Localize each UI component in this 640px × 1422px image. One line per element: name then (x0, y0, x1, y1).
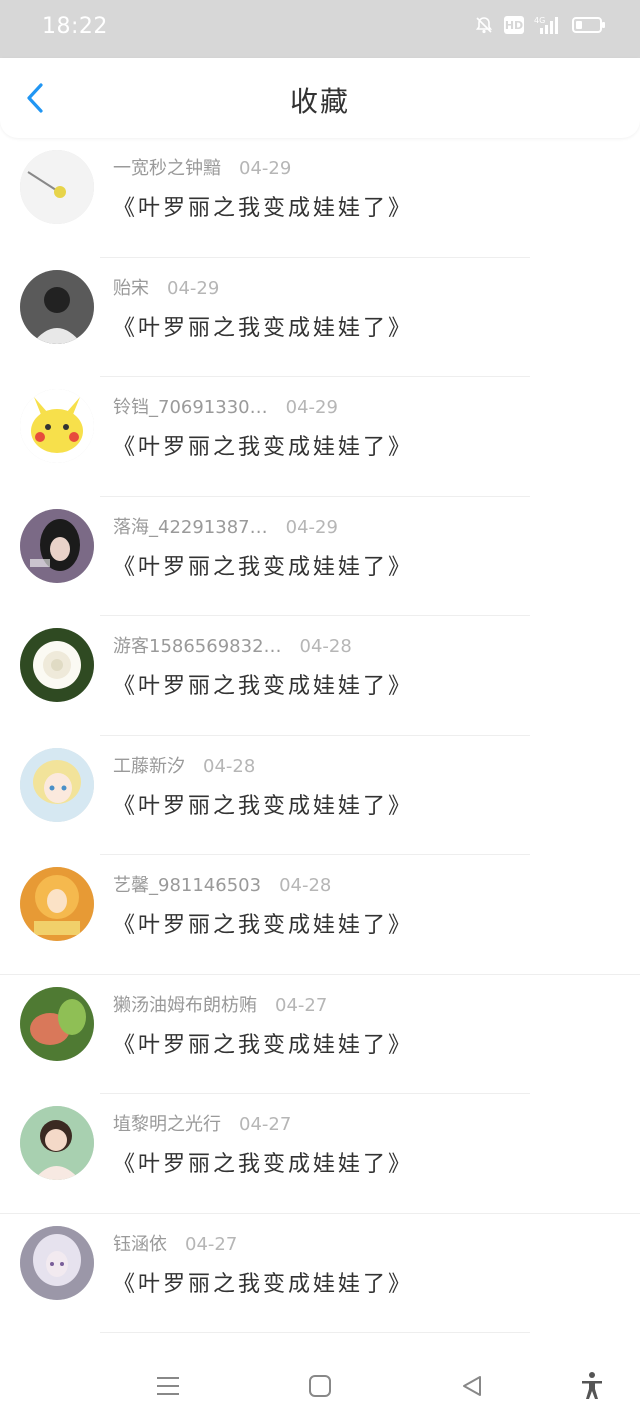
home-button[interactable] (300, 1366, 340, 1406)
avatar (20, 867, 94, 941)
status-icons: HD 4G (474, 15, 605, 35)
book-title: 《叶罗丽之我变成娃娃了》 (113, 1152, 414, 1177)
book-title: 《叶罗丽之我变成娃娃了》 (113, 913, 414, 938)
item-meta: 游客1586569832… 04-28 (113, 632, 352, 658)
status-bar: 18:22 HD 4G (0, 0, 640, 58)
list-item[interactable]: 钰涵依 04-27 《叶罗丽之我变成娃娃了》 (0, 1214, 640, 1333)
item-meta: 獭汤油姆布朗枋贿 04-27 (113, 991, 327, 1017)
accessibility-button[interactable] (572, 1366, 612, 1406)
accessibility-icon (582, 1372, 602, 1399)
username: 落海_42291387… (113, 516, 268, 538)
avatar (20, 628, 94, 702)
item-meta: 贻宋 04-29 (113, 274, 219, 300)
avatar (20, 508, 94, 583)
menu-icon (157, 1377, 179, 1395)
date: 04-28 (279, 875, 332, 896)
avatar (20, 150, 94, 224)
avatar (20, 389, 94, 463)
date: 04-29 (285, 397, 338, 418)
date: 04-29 (285, 516, 338, 538)
date: 04-29 (239, 158, 292, 179)
username: 游客1586569832… (113, 636, 282, 657)
username: 工藤新汐 (113, 755, 185, 777)
list-item[interactable]: 游客1586569832… 04-28 《叶罗丽之我变成娃娃了》 (0, 616, 640, 736)
back-triangle-icon (463, 1376, 481, 1396)
battery-icon (572, 17, 605, 33)
date: 04-27 (275, 994, 328, 1016)
avatar (20, 986, 94, 1061)
book-title: 《叶罗丽之我变成娃娃了》 (113, 554, 414, 580)
username: 獭汤油姆布朗枋贿 (113, 994, 257, 1016)
username: 一宽秒之钟黯 (113, 158, 221, 179)
item-meta: 铃铛_70691330… 04-29 (113, 393, 338, 419)
book-title: 《叶罗丽之我变成娃娃了》 (113, 315, 414, 341)
list-item[interactable]: 贻宋 04-29 《叶罗丽之我变成娃娃了》 (0, 258, 640, 377)
item-meta: 工藤新汐 04-28 (113, 752, 255, 778)
username: 贻宋 (113, 277, 149, 299)
date: 04-28 (203, 755, 256, 777)
list-item[interactable]: 工藤新汐 04-28 《叶罗丽之我变成娃娃了》 (0, 736, 640, 855)
list-item[interactable]: 艺馨_981146503 04-28 《叶罗丽之我变成娃娃了》 (0, 855, 640, 975)
username: 铃铛_70691330… (113, 397, 268, 418)
divider (100, 1332, 530, 1333)
avatar (20, 1106, 94, 1180)
list-item[interactable]: 铃铛_70691330… 04-29 《叶罗丽之我变成娃娃了》 (0, 377, 640, 497)
item-meta: 落海_42291387… 04-29 (113, 513, 338, 539)
item-meta: 一宽秒之钟黯 04-29 (113, 154, 291, 180)
mute-bell-icon (474, 15, 494, 35)
book-title: 《叶罗丽之我变成娃娃了》 (113, 1271, 414, 1297)
title-bar: 收藏 (0, 58, 640, 138)
avatar (20, 1225, 94, 1300)
item-meta: 艺馨_981146503 04-28 (113, 871, 331, 897)
svg-text:4G: 4G (534, 16, 545, 25)
book-title: 《叶罗丽之我变成娃娃了》 (113, 435, 414, 460)
list-item[interactable]: 一宽秒之钟黯 04-29 《叶罗丽之我变成娃娃了》 (0, 138, 640, 258)
book-title: 《叶罗丽之我变成娃娃了》 (113, 674, 414, 699)
hd-icon: HD (504, 16, 524, 34)
date: 04-28 (299, 636, 352, 657)
book-title: 《叶罗丽之我变成娃娃了》 (113, 1032, 414, 1058)
list-item[interactable]: 落海_42291387… 04-29 《叶罗丽之我变成娃娃了》 (0, 497, 640, 616)
book-title: 《叶罗丽之我变成娃娃了》 (113, 793, 414, 819)
username: 埴黎明之光行 (113, 1114, 221, 1135)
menu-button[interactable] (148, 1366, 188, 1406)
date: 04-27 (185, 1233, 238, 1255)
book-title: 《叶罗丽之我变成娃娃了》 (113, 196, 414, 221)
item-meta: 埴黎明之光行 04-27 (113, 1110, 291, 1136)
status-time: 18:22 (42, 14, 108, 39)
signal-icon: 4G (534, 15, 562, 35)
avatar (20, 269, 94, 344)
home-square-icon (309, 1375, 331, 1397)
system-nav-bar (0, 1350, 640, 1422)
date: 04-27 (239, 1114, 292, 1135)
username: 艺馨_981146503 (113, 875, 262, 896)
date: 04-29 (167, 277, 220, 299)
favorites-list: 一宽秒之钟黯 04-29 《叶罗丽之我变成娃娃了》 贻宋 04-29 《叶罗丽之… (0, 138, 640, 1333)
item-meta: 钰涵依 04-27 (113, 1230, 237, 1256)
list-item[interactable]: 埴黎明之光行 04-27 《叶罗丽之我变成娃娃了》 (0, 1094, 640, 1214)
page-title: 收藏 (289, 85, 350, 118)
back-nav-button[interactable] (452, 1366, 492, 1406)
avatar (20, 747, 94, 822)
list-item[interactable]: 獭汤油姆布朗枋贿 04-27 《叶罗丽之我变成娃娃了》 (0, 975, 640, 1094)
username: 钰涵依 (113, 1233, 167, 1255)
